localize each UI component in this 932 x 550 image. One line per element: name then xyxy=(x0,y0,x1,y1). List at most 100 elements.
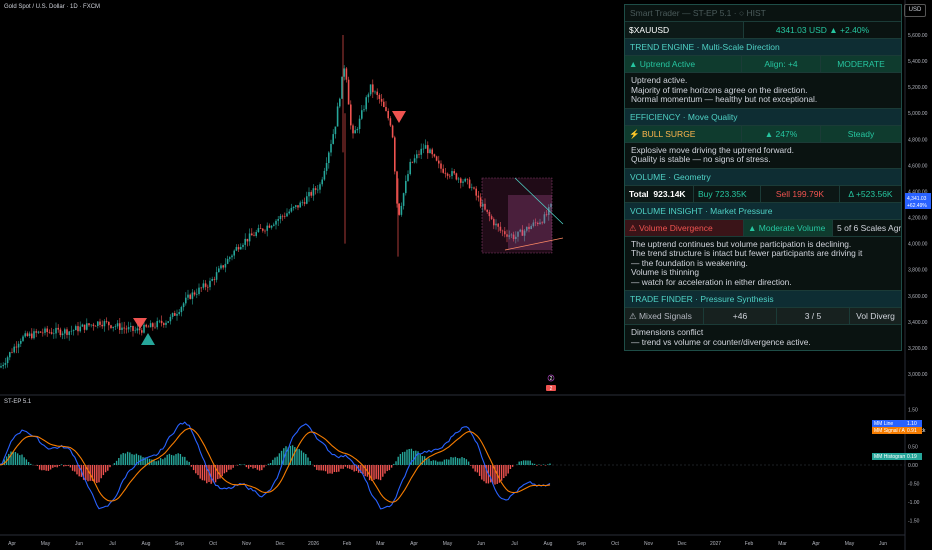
candle-body xyxy=(2,364,4,367)
candle-body xyxy=(372,84,374,93)
candle-body xyxy=(110,325,112,328)
candle-body xyxy=(255,232,257,236)
osc-histogram-bar xyxy=(23,457,25,465)
osc-histogram-bar xyxy=(527,460,529,465)
candle-body xyxy=(303,202,306,204)
osc-histogram-bar xyxy=(443,459,446,465)
osc-axis-label: -0.50 xyxy=(908,482,920,488)
candle-body xyxy=(79,326,81,332)
volume-insight-row: ⚠ Volume Divergence ▲ Moderate Volume 5 … xyxy=(625,219,901,237)
osc-histogram-bar xyxy=(76,465,78,475)
osc-histogram-bar xyxy=(327,465,329,474)
osc-histogram-bar xyxy=(434,460,437,465)
candle-body xyxy=(290,207,293,212)
osc-histogram-bar xyxy=(351,465,353,470)
time-axis-label: Apr xyxy=(8,541,16,547)
price-axis-label: 3,400.00 xyxy=(908,320,928,326)
osc-histogram-bar xyxy=(186,460,188,465)
osc-histogram-bar xyxy=(27,462,30,465)
candle-body xyxy=(196,294,198,295)
osc-histogram-bar xyxy=(465,459,468,465)
candle-body xyxy=(264,230,266,232)
osc-histogram-bar xyxy=(428,458,430,465)
osc-histogram-bar xyxy=(164,457,166,465)
candle-body xyxy=(149,323,152,328)
volume-insight-state: ⚠ Volume Divergence xyxy=(625,219,744,236)
osc-histogram-bar xyxy=(74,465,76,472)
trend-text: Uptrend active. Majority of time horizon… xyxy=(625,73,901,109)
trend-row: ▲ Uptrend Active Align: +4 MODERATE xyxy=(625,56,901,73)
price-axis-label: 4,800.00 xyxy=(908,137,928,143)
price-axis-label: 3,200.00 xyxy=(908,346,928,352)
trend-align: Align: +4 xyxy=(742,56,821,72)
trade-finder-reason: Vol Diverg xyxy=(856,311,895,321)
candle-body xyxy=(367,94,370,98)
candle-body xyxy=(361,110,363,119)
osc-histogram-bar xyxy=(122,452,124,465)
osc-histogram-bar xyxy=(478,465,481,476)
osc-histogram-bar xyxy=(30,463,32,465)
trade-finder-score: +46 xyxy=(704,308,777,324)
osc-histogram-bar xyxy=(137,455,140,465)
candle-body xyxy=(341,76,343,99)
candle-body xyxy=(147,326,150,328)
candle-body xyxy=(328,152,330,164)
price-axis-label: 4,000.00 xyxy=(908,242,928,248)
candle-body xyxy=(244,238,246,245)
osc-histogram-bar xyxy=(173,455,175,465)
candle-body xyxy=(187,294,189,298)
osc-histogram-bar xyxy=(278,453,281,465)
osc-histogram-bar xyxy=(318,465,320,471)
time-axis-label: Sep xyxy=(175,541,184,547)
candle-body xyxy=(141,330,143,333)
candle-body xyxy=(92,324,95,326)
osc-histogram-bar xyxy=(52,465,54,468)
candle-body xyxy=(90,324,92,326)
price-tag-value: 4,341.03 xyxy=(907,196,927,202)
osc-histogram-bar xyxy=(181,456,184,465)
candle-body xyxy=(213,279,216,280)
osc-histogram-bar xyxy=(107,465,109,471)
osc-histogram-bar xyxy=(199,465,201,479)
time-axis-label: Jun xyxy=(477,541,485,547)
osc-histogram-bar xyxy=(228,465,230,470)
candle-body xyxy=(237,247,240,250)
candle-body xyxy=(13,346,15,353)
candle-body xyxy=(312,188,315,196)
candle-body xyxy=(28,333,31,337)
osc-histogram-bar xyxy=(58,465,61,466)
time-axis-label: Apr xyxy=(410,541,418,547)
candle-body xyxy=(479,197,482,207)
candle-body xyxy=(64,329,66,334)
osc-histogram-bar xyxy=(432,460,435,465)
candle-body xyxy=(308,192,310,197)
candle-body xyxy=(292,206,295,208)
candle-body xyxy=(407,174,409,181)
candle-body xyxy=(127,327,130,330)
currency-button[interactable]: USD xyxy=(904,4,926,17)
osc-histogram-bar xyxy=(406,449,408,465)
candle-body xyxy=(394,137,396,172)
osc-histogram-bar xyxy=(525,460,527,465)
candle-body xyxy=(105,321,108,322)
time-axis-label: Mar xyxy=(376,541,385,547)
candle-body xyxy=(152,323,154,327)
osc-histogram-bar xyxy=(476,465,479,473)
osc-histogram-bar xyxy=(461,457,463,465)
time-axis-label: Oct xyxy=(611,541,619,547)
candle-body xyxy=(121,327,123,330)
candle-body xyxy=(306,196,308,204)
symbol-row: $XAUUSD 4341.03 USD ▲ +2.40% xyxy=(625,22,901,39)
candle-body xyxy=(193,292,196,295)
candle-body xyxy=(204,283,207,287)
osc-histogram-bar xyxy=(197,465,199,476)
osc-histogram-bar xyxy=(261,465,263,471)
osc-histogram-bar xyxy=(115,460,118,465)
osc-histogram-bar xyxy=(393,463,395,465)
osc-histogram-bar xyxy=(335,465,338,473)
candle-body xyxy=(226,258,229,264)
osc-histogram-bar xyxy=(159,458,162,465)
candle-body xyxy=(174,313,176,316)
osc-histogram-bar xyxy=(518,461,520,465)
candle-body xyxy=(257,228,260,233)
